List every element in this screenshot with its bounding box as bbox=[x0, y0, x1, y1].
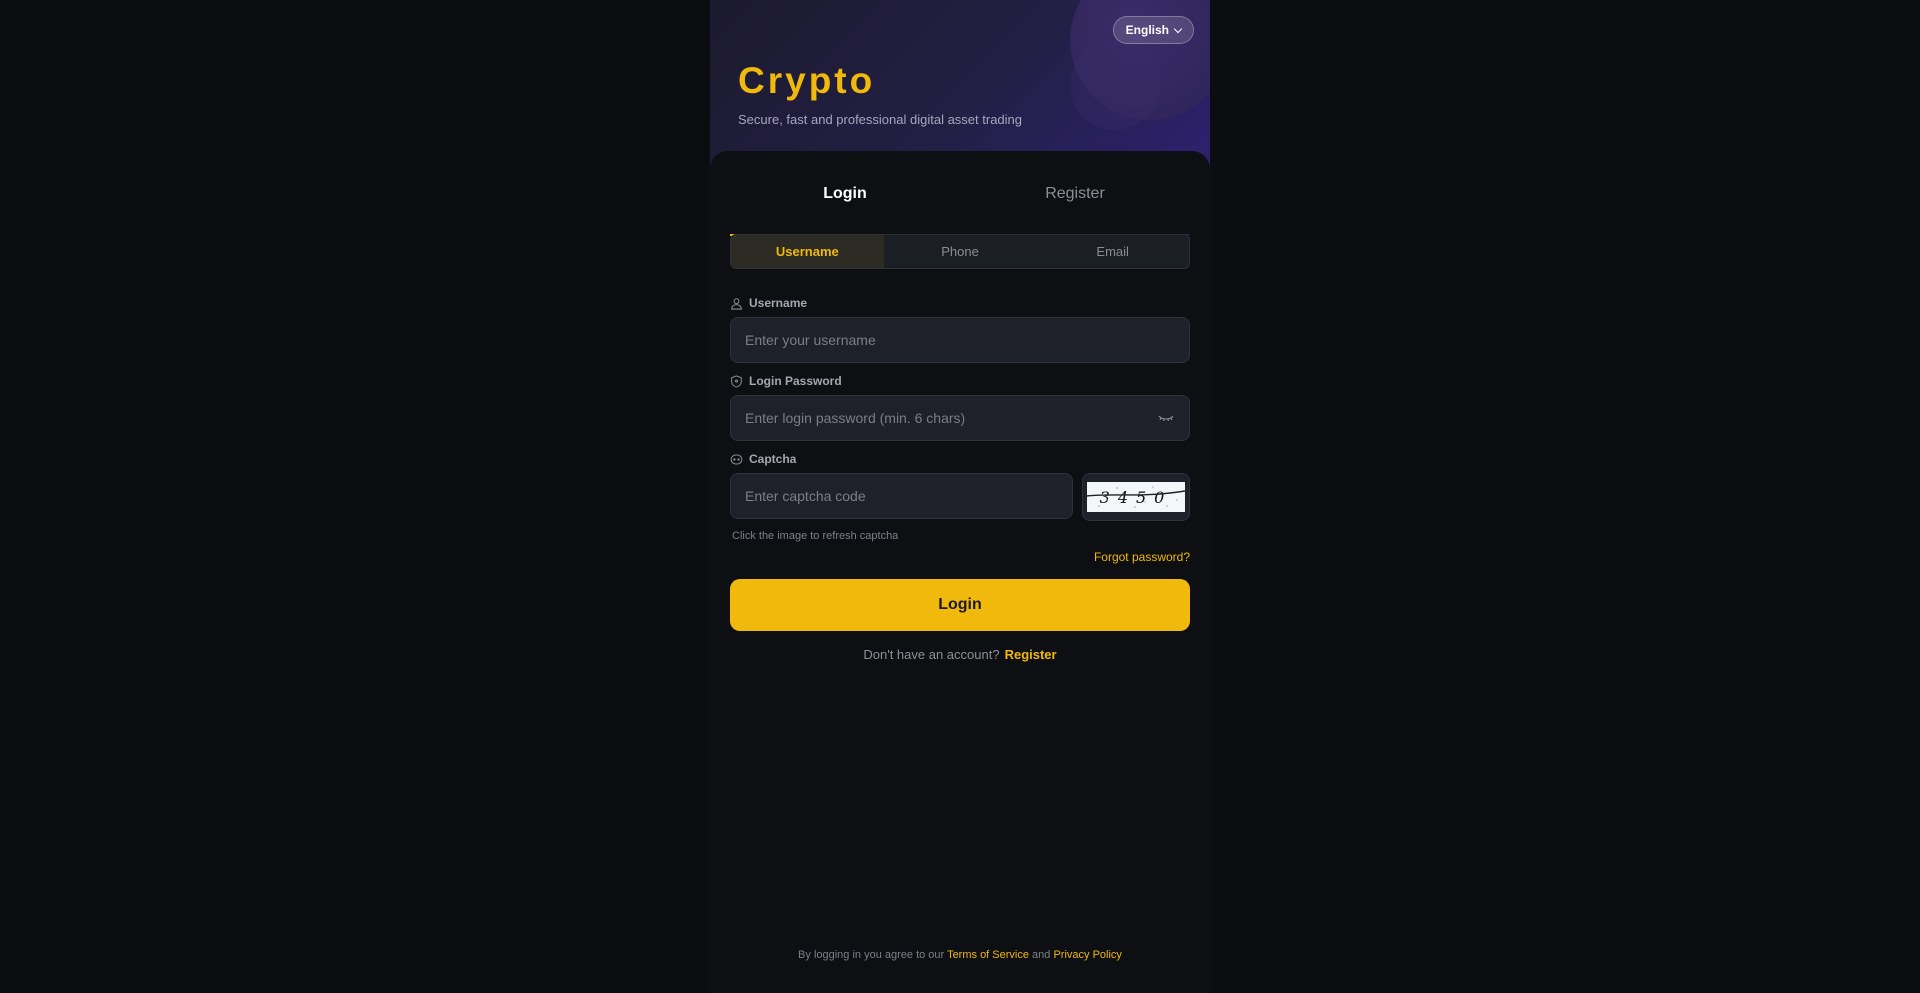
language-selector[interactable]: English bbox=[1112, 16, 1194, 44]
password-field[interactable] bbox=[730, 395, 1190, 441]
forgot-password-link[interactable]: Forgot password? bbox=[1094, 550, 1190, 564]
password-label: Login Password bbox=[730, 374, 842, 388]
method-email[interactable]: Email bbox=[1036, 235, 1189, 268]
terms-link[interactable]: Terms of Service bbox=[947, 949, 1029, 961]
captcha-image[interactable]: 3450 bbox=[1082, 473, 1190, 521]
captcha-field[interactable] bbox=[730, 473, 1073, 519]
captcha-label: Captcha bbox=[730, 452, 796, 466]
brand-title: Crypto bbox=[738, 60, 876, 101]
username-input[interactable] bbox=[745, 332, 1175, 348]
auth-tabs: Login Register bbox=[730, 171, 1190, 236]
auth-card: Login Register Username Phone Email User… bbox=[710, 151, 1210, 993]
username-label: Username bbox=[730, 296, 807, 310]
login-method-selector: Username Phone Email bbox=[730, 234, 1190, 269]
method-username[interactable]: Username bbox=[731, 235, 884, 268]
language-label: English bbox=[1125, 23, 1169, 37]
tab-login[interactable]: Login bbox=[730, 171, 960, 236]
captcha-noise bbox=[1087, 486, 1185, 508]
legal-notice: By logging in you agree to our Terms of … bbox=[798, 949, 1122, 961]
captcha-input[interactable] bbox=[745, 488, 1058, 504]
login-page: English Crypto Secure, fast and professi… bbox=[710, 0, 1210, 993]
method-phone[interactable]: Phone bbox=[884, 235, 1037, 268]
login-button[interactable]: Login bbox=[730, 579, 1190, 631]
password-input[interactable] bbox=[745, 410, 1157, 426]
tab-register[interactable]: Register bbox=[960, 171, 1190, 235]
decorative-orb-small bbox=[1070, 40, 1160, 130]
brand-tagline: Secure, fast and professional digital as… bbox=[738, 112, 1023, 127]
eye-closed-icon[interactable] bbox=[1157, 412, 1175, 424]
captcha-picture[interactable]: 3450 bbox=[1087, 482, 1185, 512]
username-field[interactable] bbox=[730, 317, 1190, 363]
hero-banner: English Crypto Secure, fast and professi… bbox=[710, 0, 1210, 170]
shield-icon bbox=[731, 374, 742, 388]
register-link[interactable]: Register bbox=[1005, 647, 1057, 662]
privacy-link[interactable]: Privacy Policy bbox=[1053, 949, 1121, 961]
signup-prompt: Don't have an account? Register bbox=[863, 647, 1057, 662]
captcha-icon bbox=[730, 454, 743, 464]
chevron-down-icon bbox=[1173, 24, 1183, 33]
user-icon bbox=[731, 297, 742, 310]
captcha-hint: Click the image to refresh captcha bbox=[732, 530, 899, 542]
